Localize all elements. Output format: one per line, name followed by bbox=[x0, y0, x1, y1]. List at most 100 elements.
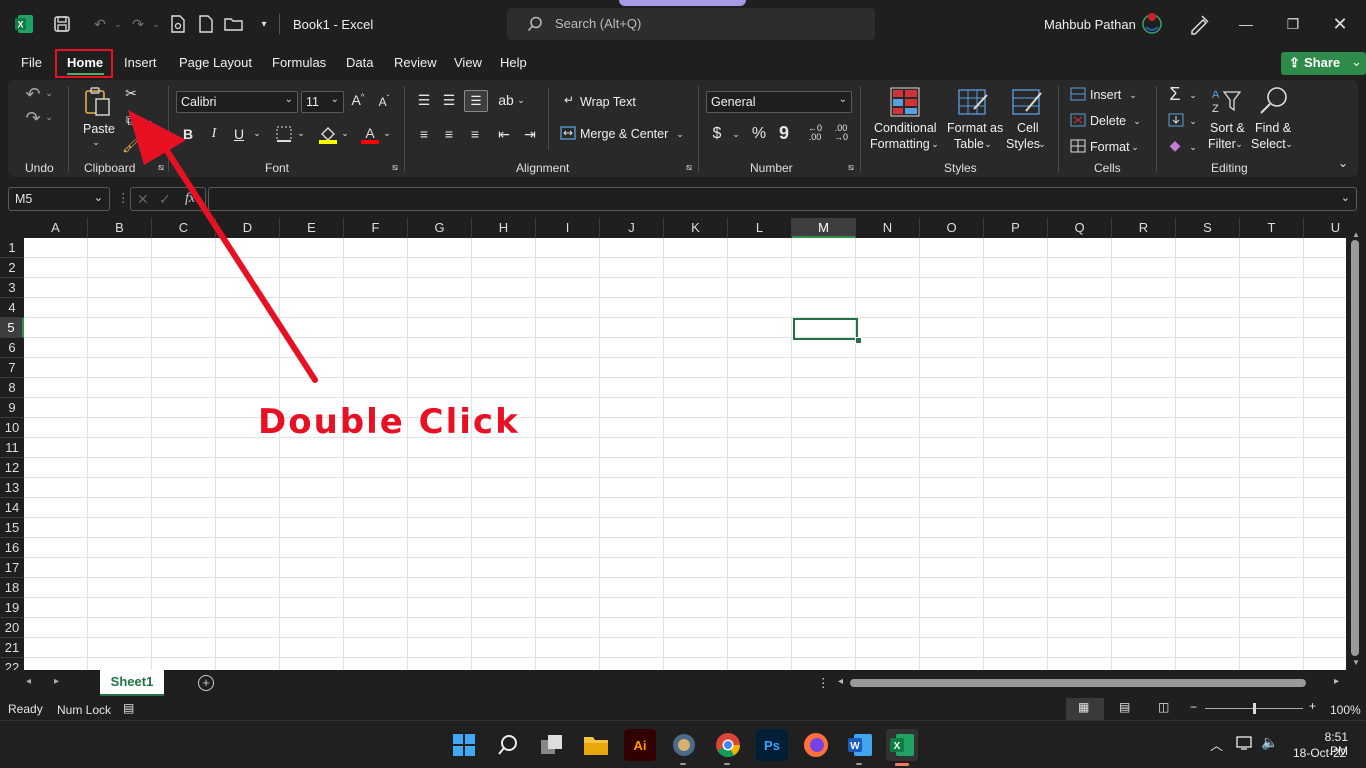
app-icon[interactable] bbox=[668, 729, 700, 761]
new-file-icon[interactable] bbox=[194, 12, 218, 36]
chevron-down-icon[interactable]: ⌄ bbox=[983, 139, 993, 150]
row-header-6[interactable]: 6 bbox=[0, 338, 24, 358]
chevron-down-icon[interactable]: ⌄ bbox=[44, 88, 54, 99]
dialog-launcher-icon[interactable]: ⧅ bbox=[156, 162, 166, 173]
chevron-down-icon[interactable]: ⌄ bbox=[252, 128, 262, 139]
chevron-down-icon[interactable]: ⌄ bbox=[382, 128, 392, 139]
chevron-down-icon[interactable]: ⌄ bbox=[1188, 142, 1198, 153]
row-header-7[interactable]: 7 bbox=[0, 358, 24, 378]
delete-cells-icon[interactable] bbox=[1070, 113, 1086, 127]
word-icon[interactable]: W bbox=[844, 729, 876, 761]
undo-icon[interactable]: ↶ bbox=[22, 84, 44, 105]
excel-icon[interactable]: X bbox=[886, 729, 918, 761]
column-header-f[interactable]: F bbox=[344, 218, 408, 238]
column-header-b[interactable]: B bbox=[88, 218, 152, 238]
column-header-o[interactable]: O bbox=[920, 218, 984, 238]
row-header-4[interactable]: 4 bbox=[0, 298, 24, 318]
orientation-icon[interactable]: ab bbox=[497, 92, 515, 108]
dialog-launcher-icon[interactable]: ⧅ bbox=[846, 162, 856, 173]
row-header-18[interactable]: 18 bbox=[0, 578, 24, 598]
scroll-right-icon[interactable]: ▸ bbox=[1334, 676, 1339, 687]
enter-icon[interactable]: ✓ bbox=[159, 191, 171, 208]
row-header-17[interactable]: 17 bbox=[0, 558, 24, 578]
column-header-l[interactable]: L bbox=[728, 218, 792, 238]
chevron-down-icon[interactable]: ⌄ bbox=[1037, 139, 1047, 150]
chevron-down-icon[interactable]: ⌄ bbox=[144, 115, 154, 126]
redo-icon[interactable]: ↷ bbox=[22, 108, 44, 129]
column-header-h[interactable]: H bbox=[472, 218, 536, 238]
paste-icon[interactable] bbox=[82, 86, 114, 118]
chevron-down-icon[interactable]: ⌄ bbox=[1188, 116, 1198, 127]
column-header-d[interactable]: D bbox=[216, 218, 280, 238]
conditional-formatting-label-2[interactable]: Formatting bbox=[870, 137, 930, 151]
align-right-icon[interactable]: ≡ bbox=[467, 126, 483, 142]
column-header-a[interactable]: A bbox=[24, 218, 88, 238]
column-header-p[interactable]: P bbox=[984, 218, 1048, 238]
column-header-i[interactable]: I bbox=[536, 218, 600, 238]
tab-insert[interactable]: Insert bbox=[124, 55, 157, 70]
customize-toolbar-icon[interactable]: ▾ bbox=[252, 12, 276, 36]
delete-cells-button[interactable]: Delete bbox=[1090, 114, 1126, 128]
show-hidden-icons-icon[interactable]: ︿ bbox=[1210, 735, 1223, 754]
cancel-icon[interactable]: ✕ bbox=[137, 191, 149, 208]
autosum-icon[interactable]: Σ bbox=[1166, 84, 1184, 105]
align-middle-icon[interactable]: ☰ bbox=[441, 92, 457, 109]
merge-center-button[interactable]: Merge & Center bbox=[580, 127, 668, 141]
column-header-m[interactable]: M bbox=[792, 218, 856, 238]
chevron-down-icon[interactable]: ⌄ bbox=[296, 128, 306, 139]
cell-styles-label[interactable]: Cell bbox=[1017, 121, 1039, 135]
number-format-select[interactable]: General ⌄ bbox=[706, 91, 852, 113]
align-left-icon[interactable]: ≡ bbox=[416, 126, 432, 142]
increase-decimal-icon[interactable]: ←0.00 bbox=[804, 124, 826, 142]
save-icon[interactable] bbox=[50, 12, 74, 36]
format-cells-button[interactable]: Format bbox=[1090, 140, 1130, 154]
chevron-down-icon[interactable]: ⌄ bbox=[675, 129, 685, 140]
page-layout-view-icon[interactable]: ▤ bbox=[1119, 700, 1130, 714]
close-icon[interactable]: ✕ bbox=[1320, 10, 1360, 38]
row-header-10[interactable]: 10 bbox=[0, 418, 24, 438]
firefox-icon[interactable] bbox=[800, 729, 832, 761]
scroll-up-icon[interactable]: ▲ bbox=[1352, 230, 1360, 239]
currency-button[interactable]: $ bbox=[710, 125, 724, 143]
task-view-icon[interactable] bbox=[536, 729, 568, 761]
percent-button[interactable]: % bbox=[750, 125, 768, 143]
name-box[interactable]: M5 ⌄ bbox=[8, 187, 110, 211]
search-box[interactable]: Search (Alt+Q) bbox=[507, 8, 875, 40]
chrome-icon[interactable] bbox=[712, 729, 744, 761]
formula-input[interactable]: ⌄ bbox=[208, 187, 1357, 211]
format-painter-icon[interactable]: 🖌 bbox=[122, 137, 140, 154]
column-header-e[interactable]: E bbox=[280, 218, 344, 238]
tab-data[interactable]: Data bbox=[346, 55, 373, 70]
align-bottom-icon[interactable]: ☰ bbox=[464, 90, 488, 112]
align-center-icon[interactable]: ≡ bbox=[441, 126, 457, 142]
fill-icon[interactable] bbox=[1168, 113, 1184, 127]
tab-help[interactable]: Help bbox=[500, 55, 527, 70]
scroll-thumb[interactable] bbox=[1351, 240, 1359, 656]
file-explorer-icon[interactable] bbox=[580, 729, 612, 761]
search-icon[interactable] bbox=[492, 729, 524, 761]
paste-button[interactable]: Paste bbox=[83, 122, 115, 136]
chevron-down-icon[interactable]: ⌄ bbox=[90, 137, 102, 148]
zoom-level[interactable]: 100% bbox=[1330, 703, 1361, 717]
increase-font-icon[interactable]: A^ bbox=[349, 92, 367, 108]
dialog-launcher-icon[interactable]: ⧅ bbox=[390, 162, 400, 173]
scroll-down-icon[interactable]: ▼ bbox=[1352, 658, 1360, 667]
row-header-8[interactable]: 8 bbox=[0, 378, 24, 398]
underline-button[interactable]: U bbox=[231, 126, 247, 142]
row-header-2[interactable]: 2 bbox=[0, 258, 24, 278]
row-header-19[interactable]: 19 bbox=[0, 598, 24, 618]
align-top-icon[interactable]: ☰ bbox=[416, 92, 432, 109]
column-header-k[interactable]: K bbox=[664, 218, 728, 238]
insert-function-button[interactable]: fx bbox=[185, 191, 195, 207]
network-icon[interactable] bbox=[1236, 735, 1254, 751]
chevron-down-icon[interactable]: ⌄ bbox=[1130, 142, 1140, 153]
fill-color-icon[interactable] bbox=[318, 124, 338, 144]
illustrator-icon[interactable]: Ai bbox=[624, 729, 656, 761]
clear-icon[interactable]: ◆ bbox=[1166, 137, 1184, 154]
collapse-ribbon-icon[interactable]: ⌄ bbox=[1336, 156, 1350, 170]
next-sheet-icon[interactable]: ▸ bbox=[54, 676, 59, 687]
sort-filter-icon[interactable]: AZ bbox=[1210, 86, 1242, 116]
horizontal-scrollbar[interactable]: ◂ ▸ bbox=[832, 674, 1346, 692]
page-break-view-icon[interactable]: ◫ bbox=[1158, 700, 1169, 714]
volume-icon[interactable]: 🔈 bbox=[1261, 734, 1278, 751]
